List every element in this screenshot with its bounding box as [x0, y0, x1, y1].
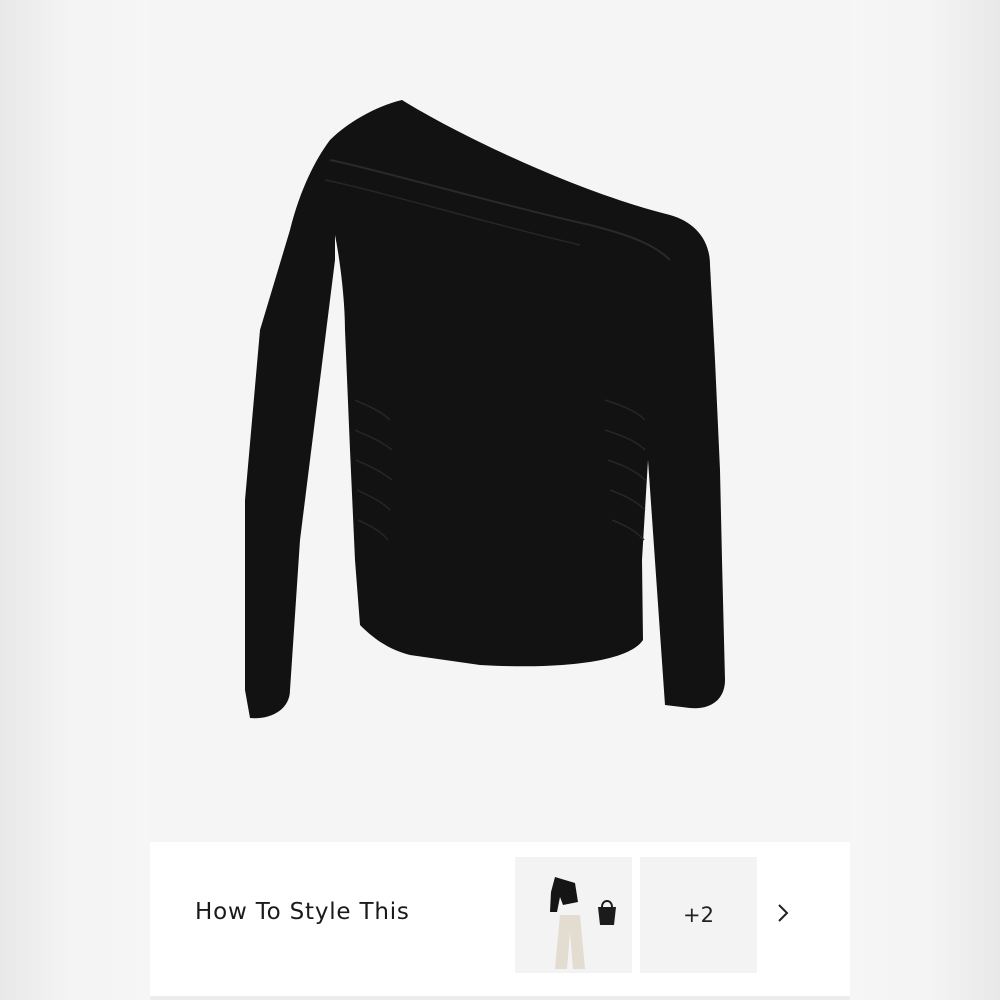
- right-backdrop: [850, 0, 1000, 1000]
- black-one-shoulder-top-image: [245, 100, 725, 719]
- how-to-style-section: How To Style This +2: [150, 842, 850, 1000]
- outfit-icon: [550, 877, 616, 969]
- left-backdrop: [0, 0, 150, 1000]
- how-to-style-title: How To Style This: [195, 899, 410, 925]
- more-outfits-button[interactable]: +2: [640, 857, 757, 973]
- outfit-thumbnail[interactable]: [515, 857, 632, 973]
- garment-body: [245, 100, 725, 719]
- product-page: How To Style This +2: [150, 0, 850, 1000]
- chevron-right-icon[interactable]: [772, 902, 794, 924]
- more-outfits-count: +2: [683, 903, 714, 927]
- product-image[interactable]: [150, 0, 850, 842]
- bottom-divider: [150, 996, 850, 1000]
